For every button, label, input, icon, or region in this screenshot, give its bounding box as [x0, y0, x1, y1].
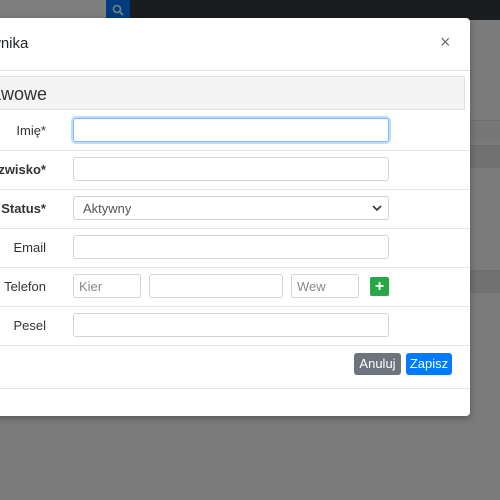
plus-icon: + [374, 278, 385, 295]
status-selected-value: Aktywny [83, 201, 132, 216]
user-modal: wnika × awowe Imię* zwisko* Status* Akty… [0, 18, 470, 416]
status-label: Status* [1, 201, 46, 216]
first-name-input[interactable] [73, 118, 389, 142]
first-name-row: Imię* [0, 112, 470, 151]
section-header: awowe [0, 76, 465, 110]
status-select[interactable]: Aktywny [73, 196, 389, 220]
close-icon[interactable]: × [440, 32, 451, 52]
pesel-row: Pesel [0, 307, 470, 346]
chevron-down-icon [372, 200, 382, 219]
email-label: Email [13, 240, 46, 255]
first-name-label: Imię* [16, 123, 46, 138]
email-input[interactable] [73, 235, 389, 259]
modal-header: wnika × [0, 18, 470, 71]
pesel-label: Pesel [13, 318, 46, 333]
phone-row: Telefon + [0, 268, 470, 307]
footer-divider [0, 388, 470, 389]
pesel-input[interactable] [73, 313, 389, 337]
last-name-input[interactable] [73, 157, 389, 181]
save-button[interactable]: Zapisz [406, 353, 452, 375]
phone-ext-input[interactable] [291, 274, 359, 298]
section-title: awowe [0, 84, 48, 104]
last-name-row: zwisko* [0, 151, 470, 190]
status-row: Status* Aktywny [0, 190, 470, 229]
phone-number-input[interactable] [149, 274, 283, 298]
last-name-label: zwisko* [0, 162, 46, 177]
add-phone-button[interactable]: + [370, 277, 389, 296]
phone-label: Telefon [4, 279, 46, 294]
cancel-button[interactable]: Anuluj [354, 353, 401, 375]
phone-area-input[interactable] [73, 274, 141, 298]
email-row: Email [0, 229, 470, 268]
modal-title: wnika [0, 35, 29, 52]
